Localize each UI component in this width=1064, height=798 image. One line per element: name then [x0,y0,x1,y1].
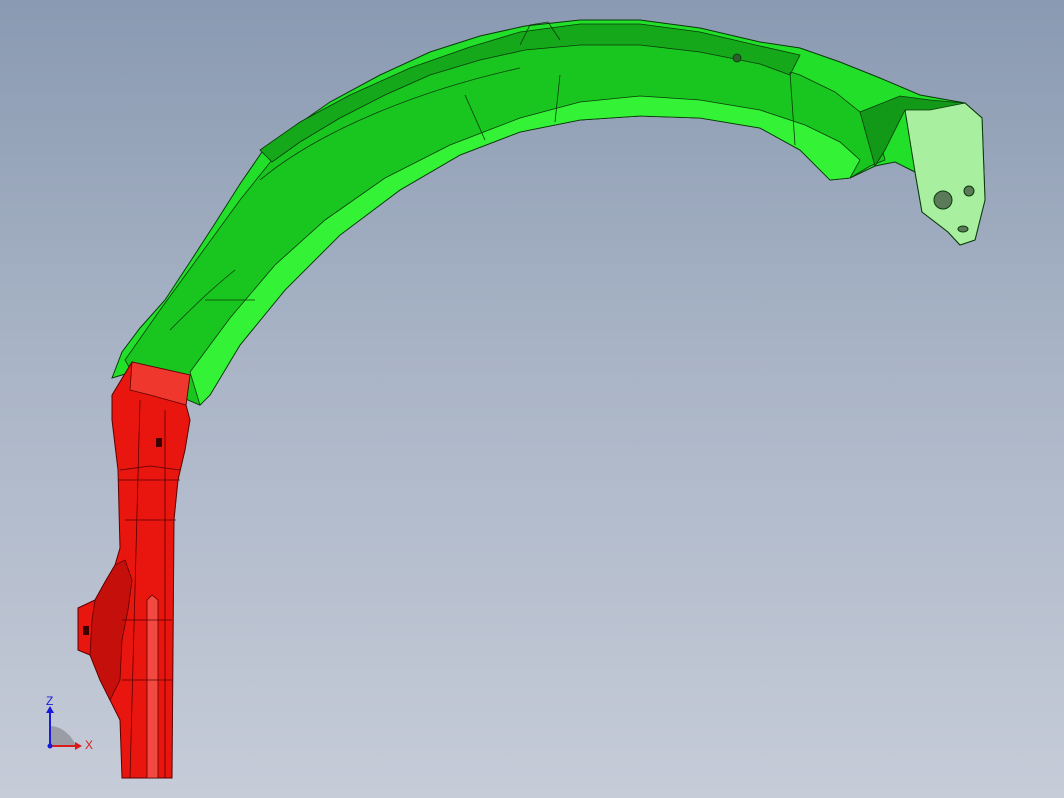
x-axis-label: X [85,738,93,752]
cad-viewport[interactable]: Z X [0,0,1064,798]
triad-origin [47,743,53,749]
arch-mount-bracket [904,102,986,246]
triad-xz-plane [50,726,76,746]
z-axis-label: Z [46,696,53,708]
bracket-hole-small [963,185,975,197]
pillar-hole-tab [83,626,89,635]
wheel-arch-part[interactable] [111,19,986,406]
pillar-groove [146,594,159,779]
pillar-hole-upper [156,438,162,447]
3d-model-canvas[interactable] [0,0,1064,798]
axis-triad: Z X [46,696,93,752]
bracket-hole-large [933,190,953,210]
arch-shade-band [124,41,886,406]
bracket-slot [957,225,969,233]
x-axis-arrow [75,742,82,750]
arch-hole [732,53,742,63]
